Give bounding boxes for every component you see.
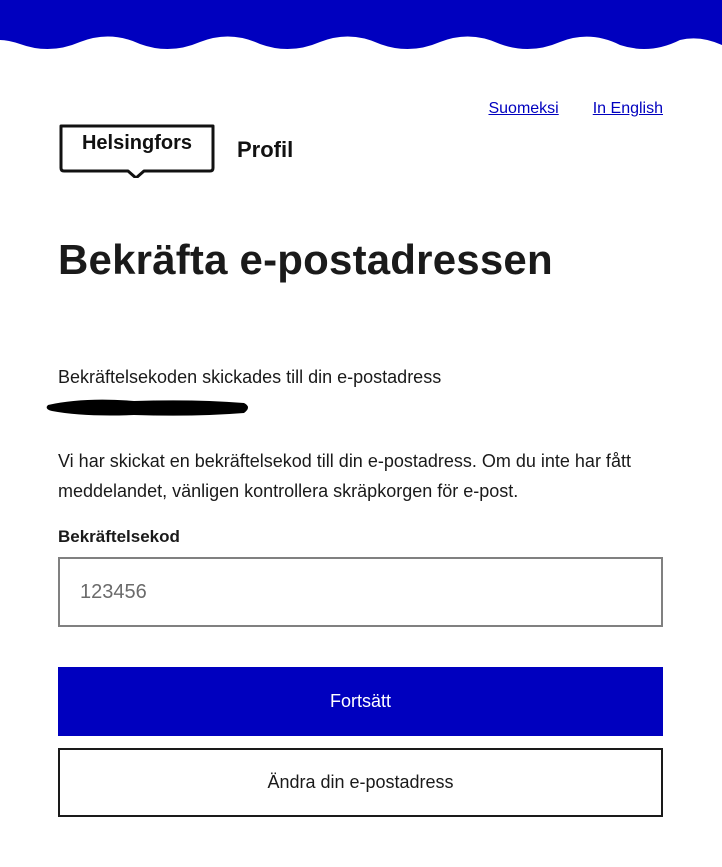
verification-code-label: Bekräftelsekod bbox=[58, 527, 180, 546]
site-brand: Helsingfors Profil bbox=[58, 124, 293, 178]
verification-code-input[interactable] bbox=[58, 557, 663, 627]
change-email-button[interactable]: Ändra din e-postadress bbox=[58, 748, 663, 817]
continue-button[interactable]: Fortsätt bbox=[58, 667, 663, 736]
language-switcher: Suomeksi In English bbox=[488, 100, 663, 118]
verification-info-text: Vi har skickat en bekräftelsekod till di… bbox=[58, 451, 631, 501]
product-name: Profil bbox=[237, 137, 294, 162]
wave-shape bbox=[0, 0, 722, 50]
page-title: Bekräfta e-postadressen bbox=[58, 236, 553, 283]
logo-text: Helsingfors bbox=[81, 132, 193, 154]
code-sent-text: Bekräftelsekoden skickades till din e-po… bbox=[58, 367, 442, 387]
header-wave-banner bbox=[0, 0, 722, 50]
lang-link-finnish[interactable]: Suomeksi bbox=[488, 100, 558, 118]
lang-link-english[interactable]: In English bbox=[593, 100, 663, 118]
helsingfors-logo[interactable]: Helsingfors bbox=[58, 124, 216, 178]
redacted-email bbox=[46, 399, 248, 416]
